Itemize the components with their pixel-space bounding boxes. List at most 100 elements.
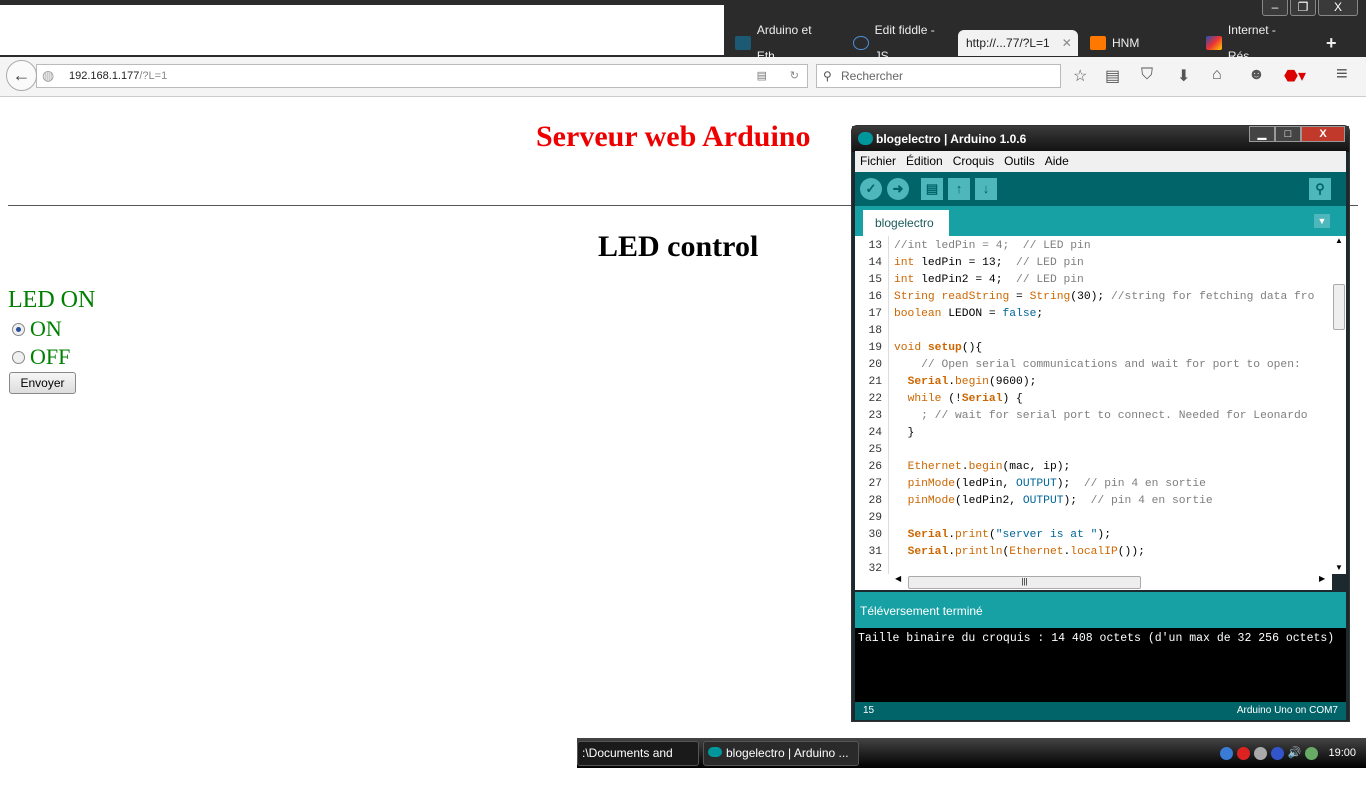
verify-icon[interactable]: ✓ xyxy=(860,178,882,200)
line-text: pinMode(ledPin, OUTPUT); // pin 4 en sor… xyxy=(885,476,1206,493)
usb-icon[interactable] xyxy=(1305,746,1319,760)
volume-icon[interactable]: 🔊 xyxy=(1288,738,1302,768)
line-text: void setup(){ xyxy=(885,340,982,357)
code-line: 14 int ledPin = 13; // LED pin xyxy=(855,255,1314,272)
close-tab-icon[interactable]: ✕ xyxy=(1062,30,1072,56)
close-button[interactable]: X xyxy=(1301,126,1345,142)
upload-icon[interactable]: ➜ xyxy=(887,178,909,200)
line-text: int ledPin2 = 4; // LED pin xyxy=(885,272,1084,289)
home-icon[interactable]: ⌂ xyxy=(1212,66,1222,84)
code-line: 31 Serial.println(Ethernet.localIP()); xyxy=(855,544,1314,561)
vertical-scrollbar[interactable]: ▲ ▼ xyxy=(1332,236,1346,574)
scrollbar-thumb[interactable]: ||| xyxy=(908,576,1141,589)
tab-jsfiddle[interactable]: Edit fiddle - JS... xyxy=(845,23,960,63)
menu-icon[interactable]: ≡ xyxy=(1336,63,1348,86)
taskbar-item-explorer[interactable]: :\Documents and Set... xyxy=(577,741,699,783)
back-button[interactable]: ← xyxy=(6,60,37,91)
code-editor[interactable]: 13//int ledPin = 4; // LED pin 14 int ledP… xyxy=(855,236,1346,575)
reload-icon[interactable]: ↻ xyxy=(790,65,799,87)
radio-button[interactable] xyxy=(12,350,25,364)
line-text: Serial.begin(9600); xyxy=(885,374,1037,391)
close-button[interactable]: X xyxy=(1318,0,1358,16)
open-sketch-icon[interactable]: ↑ xyxy=(948,178,970,200)
serial-monitor-icon[interactable]: ⚲ xyxy=(1309,178,1331,200)
restore-button[interactable]: ❐ xyxy=(1290,0,1316,16)
code-line: 24 } xyxy=(855,425,1314,442)
antivirus-icon[interactable] xyxy=(1236,746,1250,760)
adblock-icon[interactable]: ⬣▾ xyxy=(1284,66,1306,86)
code-token: begin xyxy=(968,461,1003,473)
minimize-button[interactable]: – xyxy=(1262,0,1288,16)
tab-current[interactable]: http://...77/?L=1 ✕ xyxy=(958,30,1078,56)
line-number: 28 xyxy=(868,495,882,507)
line-text: int ledPin = 13; // LED pin xyxy=(885,255,1084,272)
chat-icon[interactable]: ☻ xyxy=(1248,66,1265,84)
jsfiddle-icon xyxy=(853,36,869,50)
tab-blogelectro[interactable]: blogelectro xyxy=(863,210,949,236)
horizontal-scrollbar[interactable]: ◀ ||| ▶ xyxy=(855,574,1332,590)
code-token: ( xyxy=(988,529,996,541)
code-token: Ethernet xyxy=(907,461,962,473)
line-number: 13 xyxy=(868,240,882,252)
code-token: ); xyxy=(1056,478,1084,490)
url-bar[interactable]: 192.168.1.177/?L=1 ▤ ↻ xyxy=(36,64,808,88)
internet-icon xyxy=(1206,36,1222,50)
taskbar-item-arduino[interactable]: blogelectro | Arduino ... xyxy=(703,741,859,766)
update-icon[interactable] xyxy=(1270,746,1284,760)
radio-on[interactable]: ON xyxy=(12,316,62,342)
maximize-button[interactable]: □ xyxy=(1275,126,1301,142)
menu-croquis[interactable]: Croquis xyxy=(953,151,994,172)
radio-label: ON xyxy=(30,316,62,341)
tab-hnm[interactable]: HNM xyxy=(1082,30,1192,56)
code-token: LEDON = xyxy=(941,308,1003,320)
code-line: 19 void setup(){ xyxy=(855,340,1314,357)
tab-label: http://...77/?L=1 xyxy=(966,36,1050,50)
code-token: setup xyxy=(927,342,962,354)
tab-arduino-ethernet[interactable]: Arduino et Eth... xyxy=(727,23,842,63)
network-icon[interactable] xyxy=(1219,746,1233,760)
wifi-icon[interactable] xyxy=(1253,746,1267,760)
save-sketch-icon[interactable]: ↓ xyxy=(975,178,997,200)
radio-off[interactable]: OFF xyxy=(12,344,70,370)
bookmark-star-icon[interactable]: ☆ xyxy=(1073,66,1087,86)
code-token: // LED pin xyxy=(1016,274,1084,286)
line-text xyxy=(885,510,894,527)
new-tab-button[interactable]: + xyxy=(1318,30,1337,56)
taskbar-label: blogelectro | Arduino ... xyxy=(726,746,849,760)
section-title: LED control xyxy=(598,230,759,263)
code-token: Serial xyxy=(907,376,949,388)
code-line: 23 ; // wait for serial port to connect.… xyxy=(855,408,1314,425)
line-text: boolean LEDON = false; xyxy=(885,306,1043,323)
minimize-button[interactable]: ▁ xyxy=(1249,126,1275,142)
code-token: . xyxy=(948,546,956,558)
menu-outils[interactable]: Outils xyxy=(1004,151,1035,172)
code-token: Serial xyxy=(907,546,949,558)
line-number: 23 xyxy=(868,410,882,422)
line-number: 15 xyxy=(868,274,882,286)
code-token: //string for fetching data fro xyxy=(1110,291,1315,303)
globe-icon: ◍ xyxy=(42,67,55,83)
code-token: ()); xyxy=(1117,546,1145,558)
new-sketch-icon[interactable]: ▤ xyxy=(921,178,943,200)
line-number: 19 xyxy=(868,342,882,354)
line-text: //int ledPin = 4; // LED pin xyxy=(885,238,1091,255)
radio-button[interactable] xyxy=(12,322,25,336)
search-input[interactable]: ⚲ Rechercher xyxy=(816,64,1061,88)
sketch-tabs: blogelectro ▼ xyxy=(855,206,1346,236)
ide-title: blogelectro | Arduino 1.0.6 xyxy=(876,132,1027,146)
code-line: 26 Ethernet.begin(mac, ip); xyxy=(855,459,1314,476)
pocket-icon[interactable]: ⛉ xyxy=(1141,66,1153,84)
scrollbar-thumb[interactable] xyxy=(1333,284,1345,330)
menu-aide[interactable]: Aide xyxy=(1045,151,1069,172)
tab-internet[interactable]: Internet - Rés... xyxy=(1198,23,1310,63)
menu-fichier[interactable]: Fichier xyxy=(860,151,896,172)
menu-edition[interactable]: Édition xyxy=(906,151,943,172)
line-number: 27 xyxy=(868,478,882,490)
reading-list-icon[interactable]: ▤ xyxy=(1105,66,1120,86)
submit-button[interactable]: Envoyer xyxy=(9,372,76,394)
download-icon[interactable]: ⬇ xyxy=(1177,66,1190,86)
tab-menu-chevron-down-icon[interactable]: ▼ xyxy=(1314,214,1330,228)
